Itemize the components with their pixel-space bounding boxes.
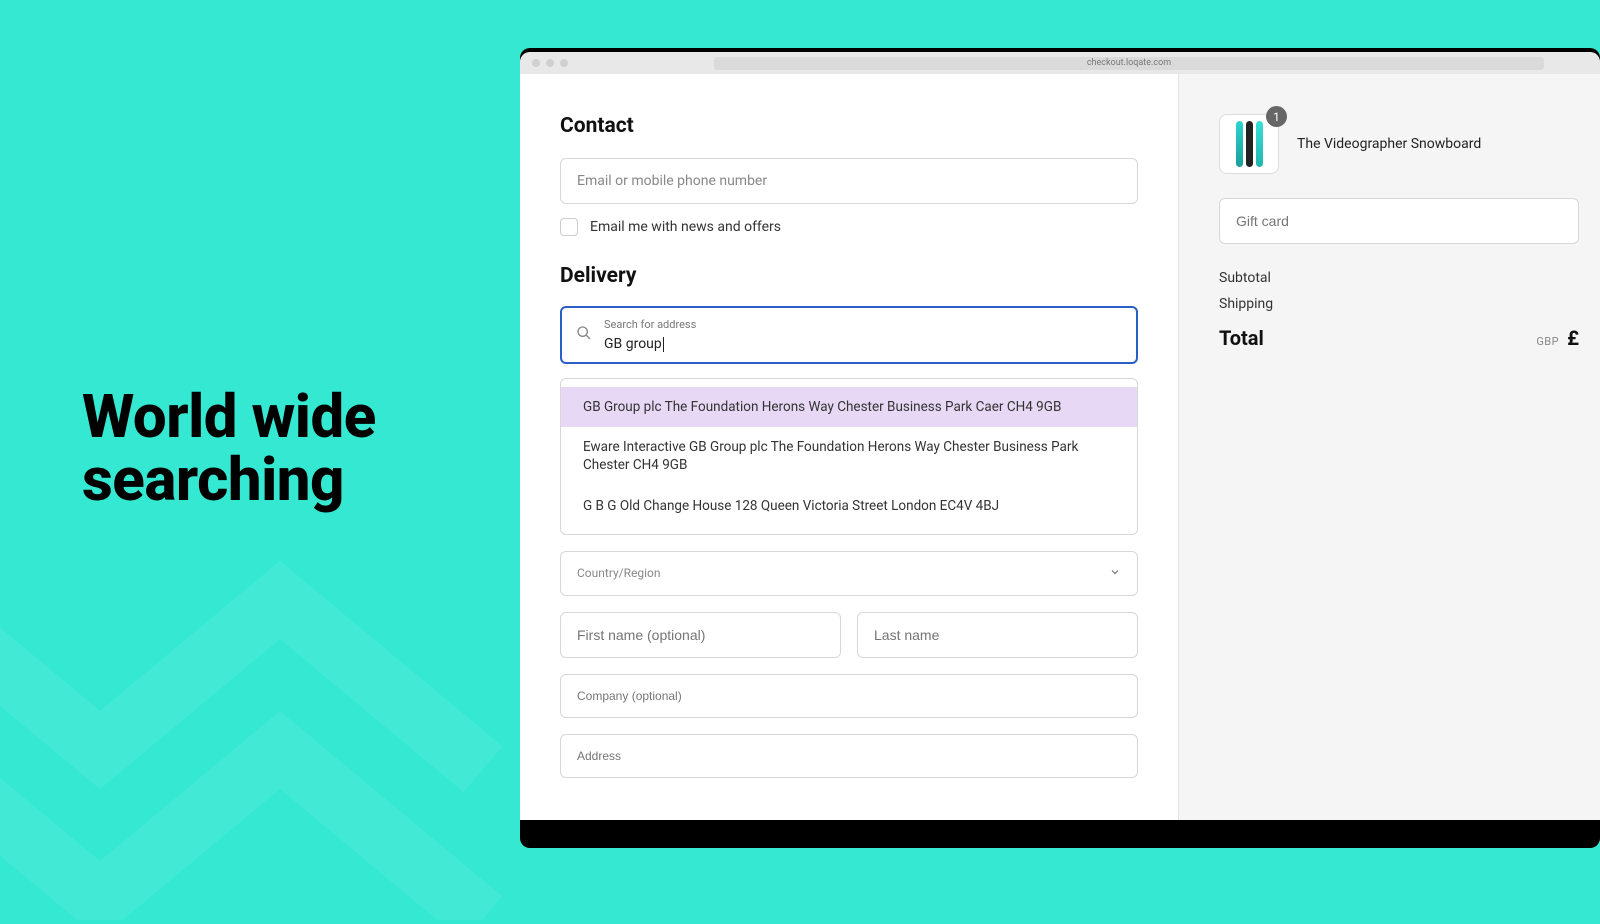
address-field[interactable] — [560, 734, 1138, 778]
last-name-field[interactable] — [857, 612, 1138, 658]
news-offers-label: Email me with news and offers — [590, 219, 781, 235]
address-search-value: GB group — [604, 336, 662, 352]
order-summary-column: 1 The Videographer Snowboard Subtotal Sh… — [1178, 74, 1600, 820]
subtotal-label: Subtotal — [1219, 270, 1271, 286]
traffic-light-close[interactable] — [532, 59, 540, 67]
total-label: Total — [1219, 326, 1264, 350]
shipping-label: Shipping — [1219, 296, 1273, 312]
hero-line-2: searching — [82, 448, 376, 511]
product-name: The Videographer Snowboard — [1297, 136, 1481, 152]
product-thumbnail: 1 — [1219, 114, 1279, 174]
quantity-badge: 1 — [1266, 106, 1287, 127]
checkout-main-column: Contact Email me with news and offers De… — [520, 74, 1178, 820]
traffic-light-minimize[interactable] — [546, 59, 554, 67]
total-amount: £ — [1567, 326, 1579, 350]
browser-window: checkout.loqate.com Contact Email me wit… — [520, 52, 1600, 820]
hero-headline: World wide searching — [82, 385, 376, 511]
country-select[interactable]: Country/Region — [560, 551, 1138, 596]
shipping-row: Shipping — [1219, 296, 1579, 312]
address-search-field[interactable]: Search for address GB group — [560, 306, 1138, 364]
company-field[interactable] — [560, 674, 1138, 718]
contact-heading: Contact — [560, 114, 1138, 138]
url-text: checkout.loqate.com — [1087, 58, 1171, 68]
hero-line-1: World wide — [82, 385, 376, 448]
address-suggestion[interactable]: G B G Old Change House 128 Queen Victori… — [561, 486, 1137, 526]
url-bar[interactable]: checkout.loqate.com — [714, 57, 1544, 70]
address-suggestions: GB Group plc The Foundation Herons Way C… — [560, 378, 1138, 535]
browser-titlebar: checkout.loqate.com — [520, 52, 1600, 74]
first-name-field[interactable] — [560, 612, 841, 658]
address-suggestion[interactable]: GB Group plc The Foundation Herons Way C… — [561, 387, 1137, 427]
total-currency: GBP — [1536, 335, 1559, 348]
address-search-label: Search for address — [604, 318, 1122, 331]
country-label: Country/Region — [577, 566, 661, 580]
news-offers-checkbox[interactable] — [560, 218, 578, 236]
total-row: Total GBP £ — [1219, 326, 1579, 350]
subtotal-row: Subtotal — [1219, 270, 1579, 286]
news-offers-row[interactable]: Email me with news and offers — [560, 218, 1138, 236]
email-field[interactable] — [560, 158, 1138, 204]
chevron-down-icon — [1109, 566, 1121, 581]
gift-card-field[interactable] — [1219, 198, 1579, 244]
traffic-light-zoom[interactable] — [560, 59, 568, 67]
cart-item: 1 The Videographer Snowboard — [1219, 114, 1600, 174]
decorative-chevrons — [0, 520, 510, 920]
address-suggestion[interactable]: Eware Interactive GB Group plc The Found… — [561, 427, 1137, 485]
search-icon — [576, 325, 592, 345]
delivery-heading: Delivery — [560, 264, 1138, 288]
